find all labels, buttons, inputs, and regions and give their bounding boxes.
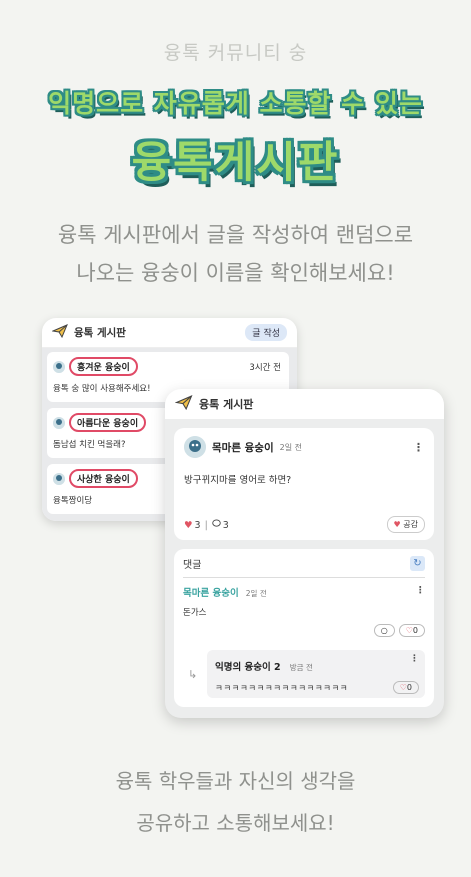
reply-item: ↳ 익명의 융숭이 2 방금 전 ⋮ ㅋㅋㅋㅋㅋㅋㅋㅋㅋㅋㅋㅋㅋㅋㅋㅋ ♡0 — [183, 650, 425, 698]
description: 융톡 게시판에서 글을 작성하여 랜덤으로 나오는 융숭이 이름을 확인해보세요… — [0, 216, 471, 292]
comments-label: 댓글 — [183, 560, 202, 571]
board-list-title: 융톡 게시판 — [74, 327, 126, 339]
comments-section: 댓글 ↻ 목마른 융숭이 2일 전 ⋮ 돈가스 ○ ♡0 ↳ 익명의 융숭이 2… — [174, 549, 434, 707]
avatar — [53, 360, 65, 373]
reply-like-button[interactable]: ♡0 — [392, 681, 419, 694]
post-author: 흥겨운 융숭이 — [69, 357, 138, 376]
heart-icon: ♥ — [393, 520, 401, 529]
heart-icon: ♡ — [399, 683, 407, 692]
comment-item: 목마른 융숭이 2일 전 ⋮ 돈가스 ○ ♡0 — [183, 585, 425, 637]
avatar — [53, 416, 65, 429]
post-time: 2일 전 — [279, 442, 302, 452]
post-detail-header: 융톡 게시판 — [165, 389, 444, 419]
comment-text: 돈가스 — [183, 608, 207, 618]
like-count: 3 — [194, 519, 201, 531]
post-author: 사상한 융숭이 — [69, 469, 138, 488]
post-detail-title: 융톡 게시판 — [199, 398, 254, 411]
comment-count: 3 — [222, 519, 229, 531]
post-author: 목마른 융숭이 — [212, 441, 274, 454]
reply-arrow-icon: ↳ — [188, 668, 198, 681]
post-text: 방구뀌지마를 영어로 하면? — [184, 475, 292, 486]
reply-button[interactable]: ○ — [373, 624, 395, 637]
empathy-button[interactable]: ♥ 공감 — [386, 516, 425, 533]
bottom-line-1: 융톡 학우들과 자신의 생각을 — [115, 769, 356, 793]
post-stats: ♥ 3 | 3 — [184, 519, 229, 531]
more-options-icon[interactable]: ⋮ — [410, 654, 419, 664]
empathy-label: 공감 — [403, 520, 418, 529]
avatar — [53, 472, 65, 485]
refresh-icon[interactable]: ↻ — [410, 556, 425, 571]
bottom-line-2: 공유하고 소통해보세요! — [136, 811, 335, 835]
paper-plane-icon — [51, 324, 68, 341]
heart-icon: ♥ — [184, 519, 193, 531]
headline-title: 융톡게시판 — [131, 138, 340, 188]
description-line-2: 나오는 융숭이 이름을 확인해보세요! — [76, 261, 395, 285]
comment-like-button[interactable]: ♡0 — [398, 624, 425, 637]
heart-icon: ♡ — [405, 626, 413, 635]
comment-time: 2일 전 — [245, 589, 267, 598]
post-author: 아름다운 융숭이 — [69, 413, 147, 432]
description-line-1: 융톡 게시판에서 글을 작성하여 랜덤으로 — [57, 223, 414, 247]
top-tag: 융톡 커뮤니티 숭 — [163, 42, 308, 64]
post-content: 목마른 융숭이 2일 전 ⋮ 방구뀌지마를 영어로 하면? ♥ 3 | 3 ♥ … — [174, 428, 434, 540]
more-options-icon[interactable]: ⋮ — [413, 441, 424, 454]
post-time: 3시간 전 — [249, 362, 281, 373]
comment-author: 목마른 융숭이 — [183, 588, 239, 599]
more-options-icon[interactable]: ⋮ — [416, 585, 426, 596]
reply-time: 방금 전 — [289, 663, 313, 672]
reply-author: 익명의 융숭이 2 — [215, 662, 281, 673]
reply-text: ㅋㅋㅋㅋㅋㅋㅋㅋㅋㅋㅋㅋㅋㅋㅋㅋ — [215, 684, 349, 694]
reply-like-count: 0 — [406, 683, 412, 692]
write-post-button[interactable]: 글 작성 — [245, 324, 287, 341]
comment-icon: ○ — [380, 626, 388, 635]
bottom-description: 융톡 학우들과 자신의 생각을 공유하고 소통해보세요! — [0, 760, 471, 844]
comment-like-count: 0 — [412, 626, 418, 635]
paper-plane-icon — [174, 395, 193, 413]
avatar — [184, 436, 206, 458]
headline-subtitle: 익명으로 자유롭게 소통할 수 있는 — [48, 89, 423, 118]
board-list-header: 융톡 게시판 글 작성 — [42, 318, 297, 348]
post-detail-card: 융톡 게시판 목마른 융숭이 2일 전 ⋮ 방구뀌지마를 영어로 하면? ♥ 3… — [165, 389, 444, 718]
comment-icon — [212, 519, 221, 531]
